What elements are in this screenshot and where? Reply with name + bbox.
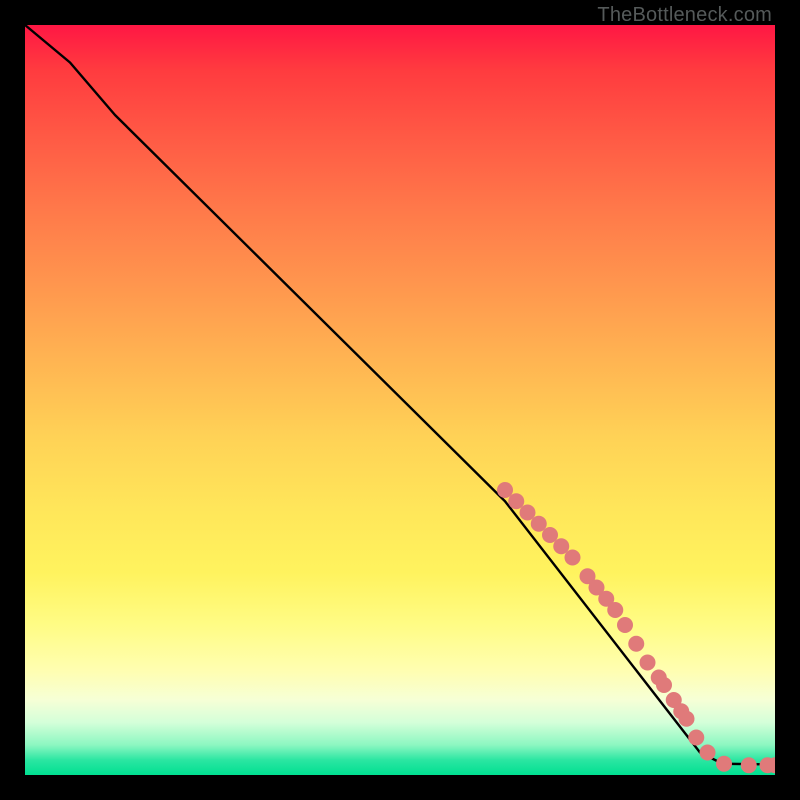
chart-marker	[741, 757, 757, 773]
chart-marker	[565, 550, 581, 566]
chart-marker	[700, 745, 716, 761]
chart-marker	[656, 677, 672, 693]
chart-marker	[617, 617, 633, 633]
chart-marker	[688, 730, 704, 746]
chart-marker	[607, 602, 623, 618]
chart-marker	[628, 636, 644, 652]
plot-area	[25, 25, 775, 775]
chart-svg	[25, 25, 775, 775]
chart-marker	[679, 711, 695, 727]
chart-marker	[716, 756, 732, 772]
watermark-label: TheBottleneck.com	[597, 4, 772, 27]
chart-frame: TheBottleneck.com	[0, 0, 800, 800]
chart-line-path	[25, 25, 775, 765]
chart-markers-group	[497, 482, 775, 773]
chart-marker	[640, 655, 656, 671]
